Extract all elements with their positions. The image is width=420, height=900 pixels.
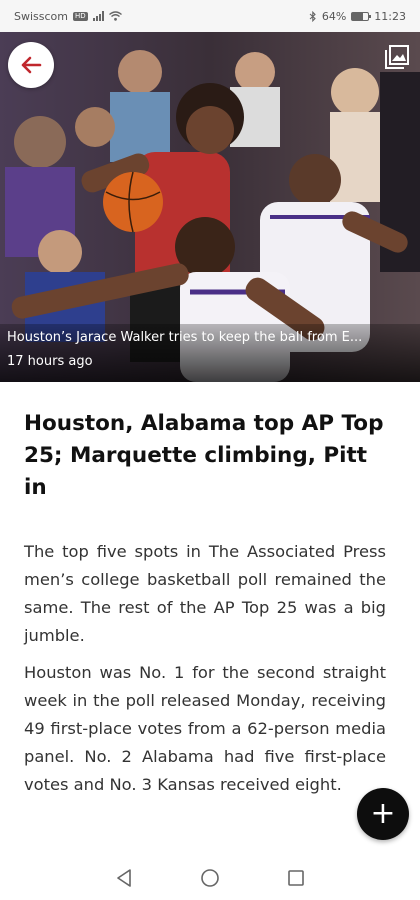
- back-button[interactable]: [8, 42, 54, 88]
- battery-icon: [351, 11, 372, 21]
- article-headline: Houston, Alabama top AP Top 25; Marquett…: [24, 411, 384, 500]
- recents-square-icon: [288, 870, 304, 886]
- carrier-label: Swisscom: [14, 9, 68, 23]
- nav-recents-button[interactable]: [285, 867, 307, 889]
- article-paragraph: The top five spots in The Associated Pre…: [24, 542, 386, 645]
- caption-timestamp: 17 hours ago: [7, 354, 93, 369]
- clock: 11:23: [374, 9, 406, 23]
- signal-icon: [92, 11, 104, 21]
- home-circle-icon: [201, 869, 219, 887]
- image-gallery-icon: [385, 45, 409, 69]
- nav-back-button[interactable]: [113, 867, 135, 889]
- network-badge: HD: [73, 11, 88, 21]
- caption-text: Houston’s Jarace Walker tries to keep th…: [7, 330, 363, 345]
- article-paragraph: Houston was No. 1 for the second straigh…: [24, 663, 386, 794]
- status-left: Swisscom HD: [14, 10, 122, 23]
- bluetooth-icon: [309, 10, 316, 22]
- plus-icon: +: [370, 796, 396, 831]
- hero-photo[interactable]: Houston’s Jarace Walker tries to keep th…: [0, 32, 420, 382]
- photo-caption: Houston’s Jarace Walker tries to keep th…: [0, 324, 420, 382]
- status-right: 64% 11:23: [309, 10, 406, 23]
- article-header: Houston, Alabama top AP Top 25; Marquett…: [24, 408, 390, 504]
- arrow-left-icon: [21, 56, 42, 74]
- wifi-icon: [108, 11, 122, 21]
- status-bar: Swisscom HD 64% 11:23: [0, 0, 420, 32]
- battery-percent: 64%: [321, 9, 347, 23]
- image-gallery-button[interactable]: [384, 44, 410, 70]
- system-nav-bar: [0, 856, 420, 900]
- add-button[interactable]: +: [357, 788, 409, 840]
- back-triangle-icon: [117, 869, 131, 887]
- nav-home-button[interactable]: [199, 867, 221, 889]
